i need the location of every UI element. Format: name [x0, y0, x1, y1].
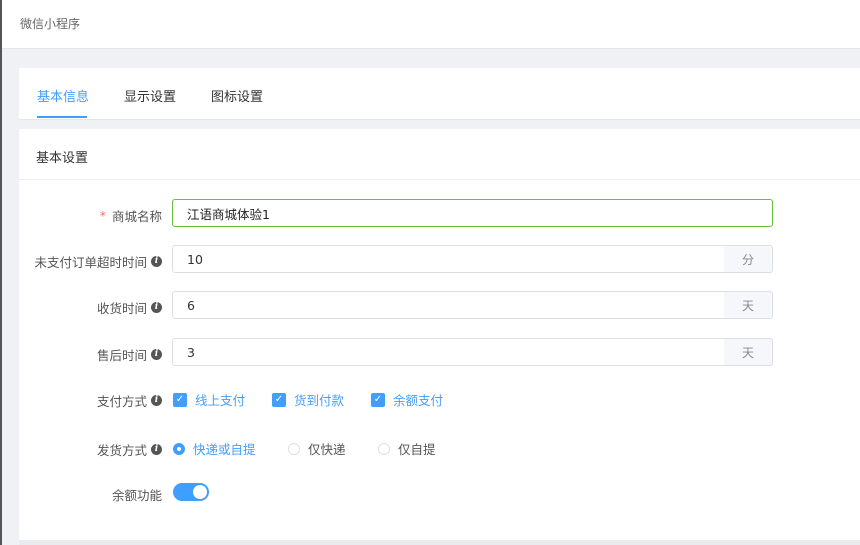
unpaid-timeout-value: 10 — [187, 251, 203, 267]
shipping-method-label-text: 发货方式 — [96, 443, 147, 458]
shipping-method-label: 发货方式 i — [97, 440, 162, 459]
info-icon[interactable]: i — [151, 395, 162, 406]
info-icon[interactable]: i — [151, 444, 162, 455]
shop-name-label: * 商城名称 — [100, 206, 162, 225]
balance-feature-toggle[interactable] — [173, 483, 209, 501]
after-sale-time-input[interactable]: 3 — [172, 338, 725, 366]
unpaid-timeout-unit: 分 — [724, 245, 773, 273]
payment-methods-label-text: 支付方式 — [96, 394, 147, 409]
shop-name-label-text: 商城名称 — [111, 209, 162, 224]
balance-feature-label: 余额功能 — [112, 485, 162, 504]
radio-unchecked-icon — [378, 442, 390, 455]
shop-name-value: 江语商城体验1 — [187, 206, 270, 222]
shop-name-input[interactable]: 江语商城体验1 — [172, 199, 773, 227]
balance-feature-row: 余额功能 — [19, 478, 860, 508]
check-icon: ✓ — [371, 392, 385, 407]
shipping-express-only-label: 仅快递 — [308, 442, 346, 457]
payment-methods-label: 支付方式 i — [97, 391, 162, 410]
payment-balance-checkbox[interactable]: ✓ 余额支付 — [371, 390, 443, 409]
breadcrumb: 微信小程序 — [20, 17, 81, 31]
receive-time-label: 收货时间 i — [97, 298, 162, 317]
check-icon: ✓ — [173, 392, 187, 407]
payment-cod-label: 货到付款 — [294, 393, 345, 408]
receive-time-row: 收货时间 i 6 天 — [19, 291, 860, 321]
shipping-express-or-pickup-label: 快递或自提 — [193, 442, 256, 457]
after-sale-time-unit: 天 — [724, 338, 773, 366]
radio-checked-icon — [173, 442, 185, 455]
tab-basic-info[interactable]: 基本信息 — [37, 86, 89, 105]
bottom-divider — [19, 540, 860, 545]
basic-settings-card: 基本设置 * 商城名称 江语商城体验1 未支付订单超时时间 i 10 分 收货时… — [19, 129, 860, 540]
info-icon[interactable]: i — [151, 349, 162, 360]
shipping-express-only-radio[interactable]: 仅快递 — [288, 439, 346, 458]
receive-time-input[interactable]: 6 — [172, 291, 725, 319]
info-icon[interactable]: i — [151, 302, 162, 313]
radio-unchecked-icon — [288, 442, 300, 455]
unpaid-timeout-row: 未支付订单超时时间 i 10 分 — [19, 245, 860, 275]
shop-name-row: * 商城名称 江语商城体验1 — [19, 199, 860, 229]
check-icon: ✓ — [272, 392, 286, 407]
payment-online-checkbox[interactable]: ✓ 线上支付 — [173, 390, 245, 409]
receive-time-unit: 天 — [724, 291, 773, 319]
after-sale-time-label-text: 售后时间 — [96, 348, 147, 363]
receive-time-label-text: 收货时间 — [96, 301, 147, 316]
active-tab-indicator — [37, 116, 87, 118]
shipping-pickup-only-radio[interactable]: 仅自提 — [378, 439, 436, 458]
tabs-bar: 基本信息 显示设置 图标设置 — [19, 68, 860, 120]
toggle-knob — [193, 485, 207, 499]
required-mark: * — [99, 208, 106, 223]
payment-online-label: 线上支付 — [195, 393, 246, 408]
shipping-pickup-only-label: 仅自提 — [398, 442, 436, 457]
shipping-method-row: 发货方式 i 快递或自提 仅快递 仅自提 — [19, 433, 860, 463]
after-sale-time-row: 售后时间 i 3 天 — [19, 338, 860, 368]
balance-feature-label-text: 余额功能 — [111, 488, 162, 503]
breadcrumb-bar: 微信小程序 — [2, 0, 860, 49]
after-sale-time-label: 售后时间 i — [97, 345, 162, 364]
payment-cod-checkbox[interactable]: ✓ 货到付款 — [272, 390, 344, 409]
unpaid-timeout-label-text: 未支付订单超时时间 — [34, 255, 147, 270]
info-icon[interactable]: i — [151, 256, 162, 267]
tab-icon-settings[interactable]: 图标设置 — [211, 86, 263, 105]
unpaid-timeout-input[interactable]: 10 — [172, 245, 725, 273]
unpaid-timeout-label: 未支付订单超时时间 i — [34, 252, 162, 271]
payment-balance-label: 余额支付 — [393, 393, 444, 408]
section-header: 基本设置 — [19, 129, 860, 180]
receive-time-value: 6 — [187, 297, 195, 313]
after-sale-time-value: 3 — [187, 344, 195, 360]
payment-methods-row: 支付方式 i ✓ 线上支付 ✓ 货到付款 ✓ 余额支付 — [19, 384, 860, 414]
tab-display-settings[interactable]: 显示设置 — [124, 86, 176, 105]
window-left-edge — [0, 0, 2, 545]
shipping-express-or-pickup-radio[interactable]: 快递或自提 — [173, 439, 256, 458]
section-title: 基本设置 — [36, 151, 89, 166]
